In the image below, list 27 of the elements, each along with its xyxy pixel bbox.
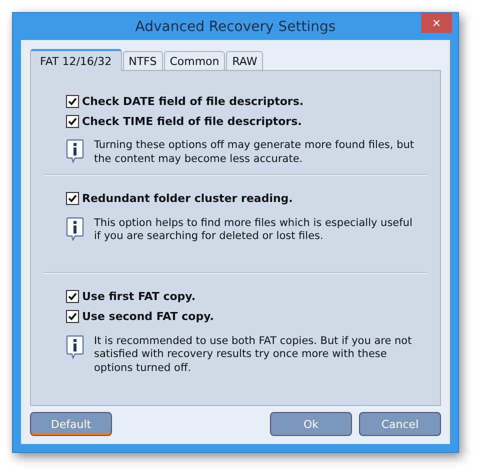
info-icon — [66, 216, 84, 241]
checkmark-icon — [68, 116, 77, 126]
checkmark-icon — [68, 312, 77, 322]
info-text: It is recommended to use both FAT copies. But if you are not satisfied with recovery results try once more with these options turned off. — [94, 334, 413, 376]
tab[interactable]: RAW — [226, 51, 264, 70]
checkbox[interactable] — [66, 290, 79, 304]
window-title: Advanced Recovery Settings — [135, 18, 336, 34]
checkbox[interactable] — [66, 310, 79, 324]
info-text: This option helps to find more files which is especially useful if you are searching for deleted or lost files. — [94, 216, 414, 244]
checkmark-icon — [68, 292, 77, 302]
checkbox[interactable] — [66, 94, 79, 108]
tab[interactable]: Common — [164, 51, 226, 70]
tab[interactable]: FAT 12/16/32 — [30, 49, 122, 71]
checkbox[interactable] — [66, 114, 79, 128]
option-label[interactable]: Use second FAT copy. — [82, 310, 214, 324]
checkmark-icon — [68, 194, 77, 204]
option-label[interactable]: Check DATE field of file descriptors. — [82, 94, 304, 108]
info-icon — [66, 334, 84, 359]
option-label[interactable]: Check TIME field of file descriptors. — [82, 114, 302, 128]
option-label[interactable]: Use first FAT copy. — [82, 290, 196, 304]
checkbox[interactable] — [66, 192, 79, 206]
checkmark-icon — [68, 96, 77, 106]
close-button[interactable]: ✕ — [421, 13, 452, 33]
option-label[interactable]: Redundant folder cluster reading. — [82, 192, 293, 206]
tab[interactable]: NTFS — [122, 51, 163, 70]
info-icon — [66, 139, 84, 163]
info-text: Turning these options off may generate more found files, but the content may become less accurate. — [94, 139, 414, 166]
